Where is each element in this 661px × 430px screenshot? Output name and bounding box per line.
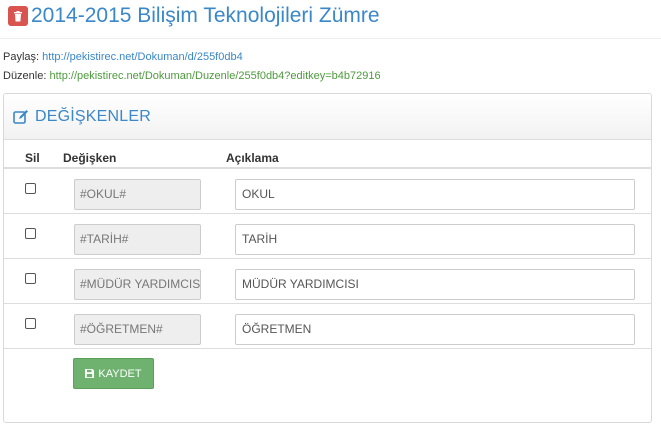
panel-heading: DEĞİŞKENLER bbox=[4, 94, 651, 140]
variable-field[interactable]: #OKUL# bbox=[74, 179, 201, 210]
table-row: #MÜDÜR YARDIMCISI# MÜDÜR YARDIMCISI bbox=[4, 259, 651, 304]
floppy-disk-icon bbox=[85, 369, 95, 378]
header-divider bbox=[0, 38, 661, 39]
delete-checkbox[interactable] bbox=[25, 273, 36, 284]
column-header-aciklama: Açıklama bbox=[226, 151, 279, 165]
save-button[interactable]: KAYDET bbox=[73, 358, 154, 389]
delete-document-button[interactable] bbox=[8, 6, 28, 26]
variable-field[interactable]: #TARİH# bbox=[74, 224, 201, 255]
page-header: 2014-2015 Bilişim Teknolojileri Zümre bbox=[8, 4, 380, 28]
share-link[interactable]: http://pekistirec.net/Dokuman/d/255f0db4 bbox=[42, 51, 243, 63]
table-row: #OKUL# OKUL bbox=[4, 169, 651, 214]
edit-icon bbox=[13, 109, 28, 124]
page-title: 2014-2015 Bilişim Teknolojileri Zümre bbox=[31, 4, 380, 27]
trash-icon bbox=[14, 10, 22, 21]
edit-link-row: Düzenle: http://pekistirec.net/Dokuman/D… bbox=[3, 70, 381, 82]
save-button-label: KAYDET bbox=[98, 367, 142, 380]
table-row: #ÖĞRETMEN# ÖĞRETMEN bbox=[4, 304, 651, 349]
delete-checkbox[interactable] bbox=[25, 228, 36, 239]
table-row: #TARİH# TARİH bbox=[4, 214, 651, 259]
share-link-row: Paylaş: http://pekistirec.net/Dokuman/d/… bbox=[3, 51, 243, 63]
share-label: Paylaş: bbox=[3, 51, 40, 63]
description-field[interactable]: MÜDÜR YARDIMCISI bbox=[235, 269, 635, 300]
variable-field[interactable]: #MÜDÜR YARDIMCISI# bbox=[74, 269, 201, 300]
edit-link[interactable]: http://pekistirec.net/Dokuman/Duzenle/25… bbox=[49, 70, 380, 82]
column-header-degisken: Değişken bbox=[63, 151, 117, 165]
delete-checkbox[interactable] bbox=[25, 318, 36, 329]
panel-title: DEĞİŞKENLER bbox=[35, 107, 152, 125]
variables-table-body: #OKUL# OKUL #TARİH# TARİH #MÜDÜR YARDIMC… bbox=[4, 169, 651, 349]
description-field[interactable]: OKUL bbox=[235, 179, 635, 210]
variable-field[interactable]: #ÖĞRETMEN# bbox=[74, 314, 201, 345]
edit-label: Düzenle: bbox=[3, 70, 47, 82]
description-field[interactable]: ÖĞRETMEN bbox=[235, 314, 635, 345]
delete-checkbox[interactable] bbox=[25, 183, 36, 194]
variables-panel: DEĞİŞKENLER Sil Değişken Açıklama #OKUL#… bbox=[3, 93, 652, 423]
description-field[interactable]: TARİH bbox=[235, 224, 635, 255]
column-header-sil: Sil bbox=[25, 151, 40, 165]
